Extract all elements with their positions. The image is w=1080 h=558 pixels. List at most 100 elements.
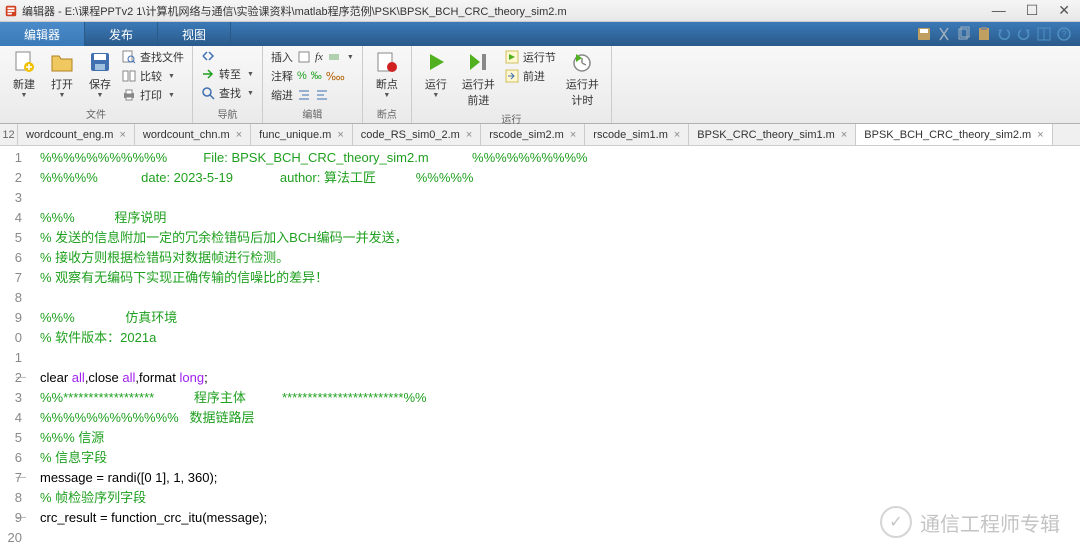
find-files-button[interactable]: 查找文件 — [120, 48, 186, 66]
ribbon-tab-strip: 编辑器 发布 视图 ? — [0, 22, 1080, 46]
group-label-bp: 断点 — [369, 105, 405, 121]
chevron-down-icon: ▼ — [97, 92, 104, 99]
chevron-down-icon: ▼ — [59, 92, 66, 99]
file-tab[interactable]: BPSK_BCH_CRC_theory_sim2.m × — [856, 124, 1052, 145]
maximize-button[interactable]: ☐ — [1020, 2, 1045, 19]
ribbon-group-file: 新建▼ 打开▼ 保存▼ 查找文件 比较▼ 打印▼ 文件 — [0, 46, 193, 123]
file-tab[interactable]: code_RS_sim0_2.m × — [353, 124, 482, 145]
close-button[interactable]: ✕ — [1052, 2, 1076, 19]
find-files-icon — [122, 50, 136, 64]
window-title: 编辑器 - E:\课程PPTv2 1\计算机网络与通信\实验课资料\matlab… — [22, 3, 986, 19]
undo-icon[interactable] — [996, 26, 1012, 42]
line-number: 3 — [0, 188, 22, 208]
code-line[interactable]: % 接收方则根据检错码对数据帧进行检测。 — [40, 248, 1080, 268]
file-tab[interactable]: BPSK_CRC_theory_sim1.m× — [689, 124, 856, 145]
line-number: 6 — [0, 448, 22, 468]
file-tab[interactable]: wordcount_chn.m × — [135, 124, 251, 145]
line-number: 1 — [0, 348, 22, 368]
close-icon[interactable]: × — [119, 129, 125, 141]
insert-button[interactable]: 插入 fx ▼ — [269, 48, 356, 66]
close-icon[interactable]: × — [337, 129, 343, 141]
close-icon[interactable]: × — [841, 129, 847, 141]
compare-button[interactable]: 比较▼ — [120, 67, 186, 85]
file-tab[interactable]: rscode_sim2.m × — [481, 124, 585, 145]
comment-button[interactable]: 注释 % ‰ ‱ — [269, 67, 356, 85]
ribbon-tab-view[interactable]: 视图 — [158, 22, 231, 46]
layout-icon[interactable] — [1036, 26, 1052, 42]
help-icon[interactable]: ? — [1056, 26, 1072, 42]
run-section-button[interactable]: 运行节 — [503, 48, 558, 66]
run-time-button[interactable]: 运行并 计时 — [560, 48, 605, 110]
indent-button[interactable]: 缩进 — [269, 86, 356, 104]
code-line[interactable]: %%%%%%%%%%%% 数据链路层 — [40, 408, 1080, 428]
close-icon[interactable]: × — [236, 129, 242, 141]
ribbon-tab-editor[interactable]: 编辑器 — [0, 22, 85, 46]
file-tab-label: BPSK_BCH_CRC_theory_sim2.m — [864, 129, 1031, 141]
code-line[interactable]: % 软件版本：2021a — [40, 328, 1080, 348]
editor-area: 123456789012345678920 %%%%%%%%%%% File: … — [0, 146, 1080, 558]
file-tab[interactable]: wordcount_eng.m× — [18, 124, 135, 145]
code-line[interactable]: % 帧检验序列字段 — [40, 488, 1080, 508]
code-line[interactable] — [40, 528, 1080, 548]
ribbon-tab-publish[interactable]: 发布 — [85, 22, 158, 46]
new-button[interactable]: 新建▼ — [6, 48, 42, 101]
close-icon[interactable]: × — [570, 129, 576, 141]
open-button[interactable]: 打开▼ — [44, 48, 80, 101]
file-tab-label: wordcount_chn.m — [143, 129, 230, 141]
minimize-button[interactable]: — — [986, 2, 1012, 19]
print-button[interactable]: 打印▼ — [120, 86, 186, 104]
line-number: 8 — [0, 488, 22, 508]
chevron-down-icon: ▼ — [347, 54, 354, 61]
advance-button[interactable]: 前进 — [503, 67, 558, 85]
code-editor[interactable]: %%%%%%%%%%% File: BPSK_BCH_CRC_theory_si… — [28, 146, 1080, 558]
find-button[interactable]: 查找▼ — [199, 84, 256, 102]
file-tab-label: code_RS_sim0_2.m — [361, 129, 460, 141]
code-line[interactable]: % 观察有无编码下实现正确传输的信噪比的差异！ — [40, 268, 1080, 288]
save-button[interactable]: 保存▼ — [82, 48, 118, 101]
ribbon-group-edit: 插入 fx ▼ 注释 % ‰ ‱ 缩进 编辑 — [263, 46, 363, 123]
code-line[interactable]: %%% 程序说明 — [40, 208, 1080, 228]
save-icon[interactable] — [916, 26, 932, 42]
code-line[interactable]: %%****************** 程序主体 **************… — [40, 388, 1080, 408]
redo-icon[interactable] — [1016, 26, 1032, 42]
ribbon-body: 新建▼ 打开▼ 保存▼ 查找文件 比较▼ 打印▼ 文件 转至▼ 查找▼ — [0, 46, 1080, 124]
code-line[interactable]: % 发送的信息附加一定的冗余检错码后加入BCH编码一并发送， — [40, 228, 1080, 248]
file-tab[interactable]: func_unique.m× — [251, 124, 353, 145]
line-number-toggle[interactable]: 12 — [0, 124, 18, 145]
nav-arrows[interactable] — [199, 48, 256, 64]
code-line[interactable] — [40, 188, 1080, 208]
window-controls: — ☐ ✕ — [986, 2, 1076, 19]
chevron-down-icon: ▼ — [247, 90, 254, 97]
file-tab[interactable]: rscode_sim1.m× — [585, 124, 689, 145]
code-line[interactable]: crc_result = function_crc_itu(message); — [40, 508, 1080, 528]
indent-icon — [297, 88, 311, 102]
line-number: 6 — [0, 248, 22, 268]
cut-icon[interactable] — [936, 26, 952, 42]
line-number: 5 — [0, 228, 22, 248]
copy-icon[interactable] — [956, 26, 972, 42]
insert-var-icon — [327, 50, 341, 64]
code-line[interactable]: % 信息字段 — [40, 448, 1080, 468]
ribbon-group-breakpoints: 断点▼ 断点 — [363, 46, 412, 123]
quick-access-toolbar: ? — [916, 22, 1080, 46]
paste-icon[interactable] — [976, 26, 992, 42]
file-tab-label: rscode_sim2.m — [489, 129, 564, 141]
close-icon[interactable]: × — [466, 129, 472, 141]
code-line[interactable] — [40, 288, 1080, 308]
arrows-icon — [201, 49, 215, 63]
code-line[interactable]: %%%%%%%%%%% File: BPSK_BCH_CRC_theory_si… — [40, 148, 1080, 168]
close-icon[interactable]: × — [1037, 129, 1043, 141]
code-line[interactable] — [40, 348, 1080, 368]
chevron-down-icon: ▼ — [247, 71, 254, 78]
run-advance-button[interactable]: 运行并 前进 — [456, 48, 501, 110]
code-line[interactable]: %%% 信源 — [40, 428, 1080, 448]
titlebar: 编辑器 - E:\课程PPTv2 1\计算机网络与通信\实验课资料\matlab… — [0, 0, 1080, 22]
code-line[interactable]: %%%%% date: 2023-5-19 author: 算法工匠 %%%%% — [40, 168, 1080, 188]
breakpoints-button[interactable]: 断点▼ — [369, 48, 405, 101]
close-icon[interactable]: × — [674, 129, 680, 141]
code-line[interactable]: clear all,close all,format long; — [40, 368, 1080, 388]
run-button[interactable]: 运行▼ — [418, 48, 454, 101]
code-line[interactable]: message = randi([0 1], 1, 360); — [40, 468, 1080, 488]
code-line[interactable]: %%% 仿真环境 — [40, 308, 1080, 328]
goto-button[interactable]: 转至▼ — [199, 65, 256, 83]
